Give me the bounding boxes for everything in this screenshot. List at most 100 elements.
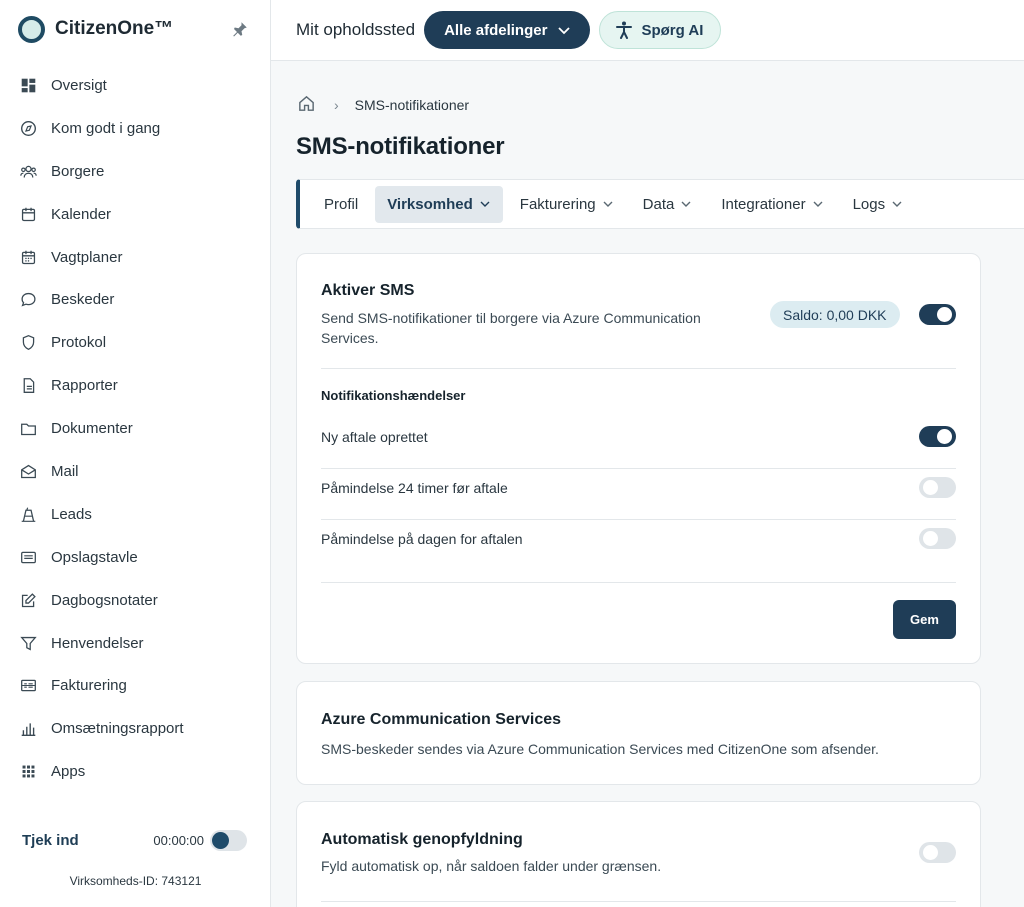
sidebar-item-vagtplaner[interactable]: Vagtplaner <box>0 236 271 279</box>
toggle-knob <box>923 480 938 495</box>
schedule-icon <box>20 249 37 266</box>
edit-icon <box>20 592 37 609</box>
tab-virksomhed[interactable]: Virksomhed <box>375 185 503 223</box>
sms-settings-card: Aktiver SMS Send SMS-notifikationer til … <box>296 253 981 664</box>
auto-refill-description: Fyld automatisk op, når saldoen falder u… <box>321 858 662 874</box>
breadcrumb-current: SMS-notifikationer <box>354 97 470 113</box>
divider <box>321 368 956 369</box>
sidebar-item-protokol[interactable]: Protokol <box>0 321 271 364</box>
tab-fakturering[interactable]: Fakturering <box>508 186 626 223</box>
chat-icon <box>20 291 37 308</box>
tab-data[interactable]: Data <box>631 186 705 223</box>
folder-icon <box>20 420 37 437</box>
auto-refill-title: Automatisk genopfyldning <box>321 831 523 848</box>
chevron-down-icon <box>813 201 823 207</box>
pin-icon[interactable] <box>231 20 249 38</box>
azure-card-description: SMS-beskeder sendes via Azure Communicat… <box>321 741 879 757</box>
brand[interactable]: CitizenOne™ <box>18 14 173 44</box>
event-toggle-new-appointment[interactable] <box>919 426 956 447</box>
event-label: Påmindelse 24 timer før aftale <box>321 479 508 496</box>
calendar-icon <box>20 206 37 223</box>
tab-integrationer[interactable]: Integrationer <box>709 186 835 223</box>
checkin-row: Tjek ind 00:00:00 <box>22 826 247 854</box>
toggle-knob <box>212 831 229 849</box>
home-icon[interactable] <box>297 94 316 116</box>
sidebar-nav: Oversigt Kom godt i gang Borgere Kalende… <box>0 64 271 793</box>
auto-refill-card: Automatisk genopfyldning Fyld automatisk… <box>296 801 981 907</box>
event-toggle-reminder-same-day[interactable] <box>919 528 956 549</box>
sidebar-item-label: Opslagstavle <box>51 548 138 566</box>
department-dropdown-label: Alle afdelinger <box>444 21 548 39</box>
sidebar-item-kom-godt-i-gang[interactable]: Kom godt i gang <box>0 107 271 150</box>
leads-icon <box>20 506 37 523</box>
event-row-reminder-same-day: Påmindelse på dagen for aftalen <box>321 513 956 564</box>
chevron-down-icon <box>558 27 571 35</box>
sidebar-item-henvendelser[interactable]: Henvendelser <box>0 622 271 665</box>
notification-events-heading: Notifikationshændelser <box>321 388 466 403</box>
company-id: Virksomheds-ID: 743121 <box>69 874 202 888</box>
sidebar-item-opslagstavle[interactable]: Opslagstavle <box>0 536 271 579</box>
sidebar-item-rapporter[interactable]: Rapporter <box>0 364 271 407</box>
tab-logs[interactable]: Logs <box>841 186 916 223</box>
tab-label: Integrationer <box>721 195 806 213</box>
logo-icon <box>18 15 45 43</box>
sidebar-item-label: Kom godt i gang <box>51 119 161 137</box>
event-label: Påmindelse på dagen for aftalen <box>321 530 523 547</box>
tab-label: Data <box>642 195 675 213</box>
save-button[interactable]: Gem <box>893 600 956 639</box>
sidebar-item-label: Dagbogsnotater <box>51 591 158 609</box>
sms-enable-toggle[interactable] <box>919 304 956 325</box>
event-label: Ny aftale oprettet <box>321 428 428 445</box>
sidebar-item-label: Oversigt <box>51 76 107 94</box>
sidebar-item-label: Fakturering <box>51 677 127 695</box>
checkin-timer: 00:00:00 <box>153 832 204 848</box>
chevron-down-icon <box>480 201 490 207</box>
sidebar-item-beskeder[interactable]: Beskeder <box>0 278 271 321</box>
auto-refill-toggle[interactable] <box>919 842 956 863</box>
sidebar-item-label: Leads <box>51 505 92 523</box>
tab-label: Logs <box>852 195 886 213</box>
mail-icon <box>20 463 37 480</box>
sidebar: CitizenOne™ Oversigt Kom godt i gang Bor… <box>0 0 271 907</box>
event-row-new-appointment: Ny aftale oprettet <box>321 411 956 462</box>
bar-chart-icon <box>20 720 37 737</box>
settings-tabs: Profil Virksomhed Fakturering Data Integ… <box>296 179 1024 229</box>
apps-grid-icon <box>20 763 37 780</box>
sidebar-item-leads[interactable]: Leads <box>0 493 271 536</box>
topbar: Mit opholdssted Alle afdelinger Spørg AI <box>271 0 1024 61</box>
ask-ai-label: Spørg AI <box>641 21 704 39</box>
chevron-down-icon <box>603 201 613 207</box>
sidebar-item-apps[interactable]: Apps <box>0 750 271 793</box>
location-label: Mit opholdssted <box>296 20 416 39</box>
brand-name: CitizenOne™ <box>55 18 174 39</box>
checkin-toggle[interactable] <box>210 829 247 851</box>
toggle-knob <box>937 307 952 322</box>
tab-profil[interactable]: Profil <box>312 186 370 223</box>
sidebar-item-label: Vagtplaner <box>51 248 123 266</box>
ask-ai-button[interactable]: Spørg AI <box>599 11 722 49</box>
checkin-label: Tjek ind <box>22 831 79 849</box>
sidebar-item-fakturering[interactable]: Fakturering <box>0 664 271 707</box>
dashboard-icon <box>20 77 37 94</box>
sidebar-item-label: Borgere <box>51 162 105 180</box>
sidebar-item-borgere[interactable]: Borgere <box>0 150 271 193</box>
page-title: SMS-notifikationer <box>296 133 505 160</box>
invoice-icon <box>20 677 37 694</box>
event-toggle-reminder-24h[interactable] <box>919 477 956 498</box>
breadcrumb-separator-icon: › <box>334 97 339 113</box>
event-row-reminder-24h: Påmindelse 24 timer før aftale <box>321 462 956 513</box>
department-dropdown[interactable]: Alle afdelinger <box>424 11 591 49</box>
sidebar-item-mail[interactable]: Mail <box>0 450 271 493</box>
sidebar-item-dokumenter[interactable]: Dokumenter <box>0 407 271 450</box>
sidebar-item-label: Protokol <box>51 334 107 352</box>
sidebar-item-dagbogsnotater[interactable]: Dagbogsnotater <box>0 579 271 622</box>
shield-icon <box>20 334 37 351</box>
sms-card-description: Send SMS-notifikationer til borgere via … <box>321 310 701 346</box>
tab-label: Profil <box>324 195 359 213</box>
chevron-down-icon <box>681 201 691 207</box>
sidebar-item-omsaetningsrapport[interactable]: Omsætningsrapport <box>0 707 271 750</box>
azure-info-card: Azure Communication Services SMS-beskede… <box>296 681 981 785</box>
sidebar-item-kalender[interactable]: Kalender <box>0 193 271 236</box>
sidebar-item-oversigt[interactable]: Oversigt <box>0 64 271 107</box>
sidebar-item-label: Dokumenter <box>51 420 133 438</box>
